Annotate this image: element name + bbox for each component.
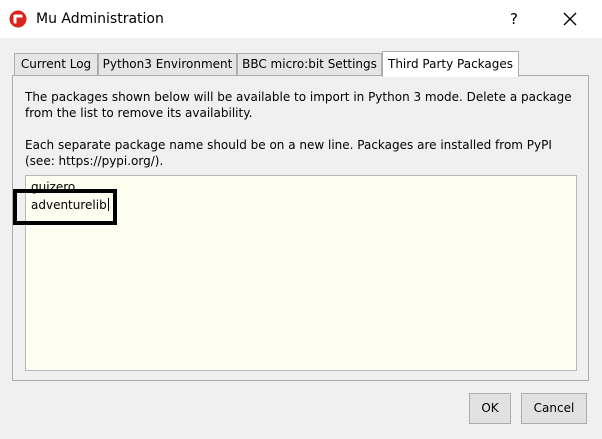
tab-python3-environment[interactable]: Python3 Environment (98, 53, 237, 75)
package-line: guizero (31, 180, 76, 194)
title-bar: Mu Administration ? (0, 0, 602, 38)
package-line: adventurelib (31, 198, 109, 212)
window-title: Mu Administration (36, 11, 164, 27)
mu-app-icon (9, 10, 27, 28)
ok-button[interactable]: OK (469, 393, 511, 424)
packages-instructions: Each separate package name should be on … (25, 138, 552, 168)
close-icon (563, 12, 577, 26)
tab-third-party-packages[interactable]: Third Party Packages (382, 51, 519, 77)
packages-text-area[interactable]: guizero adventurelib (25, 175, 577, 371)
cancel-button[interactable]: Cancel (521, 393, 587, 424)
mu-administration-dialog: Mu Administration ? Current Log Python3 … (0, 0, 602, 439)
packages-description: The packages shown below will be availab… (25, 90, 572, 120)
close-button[interactable] (552, 4, 588, 34)
help-button[interactable]: ? (497, 4, 531, 34)
text-cursor (107, 198, 109, 211)
tab-current-log[interactable]: Current Log (14, 53, 98, 75)
third-party-packages-panel: The packages shown below will be availab… (12, 75, 589, 381)
tab-bbc-microbit-settings[interactable]: BBC micro:bit Settings (237, 53, 382, 75)
